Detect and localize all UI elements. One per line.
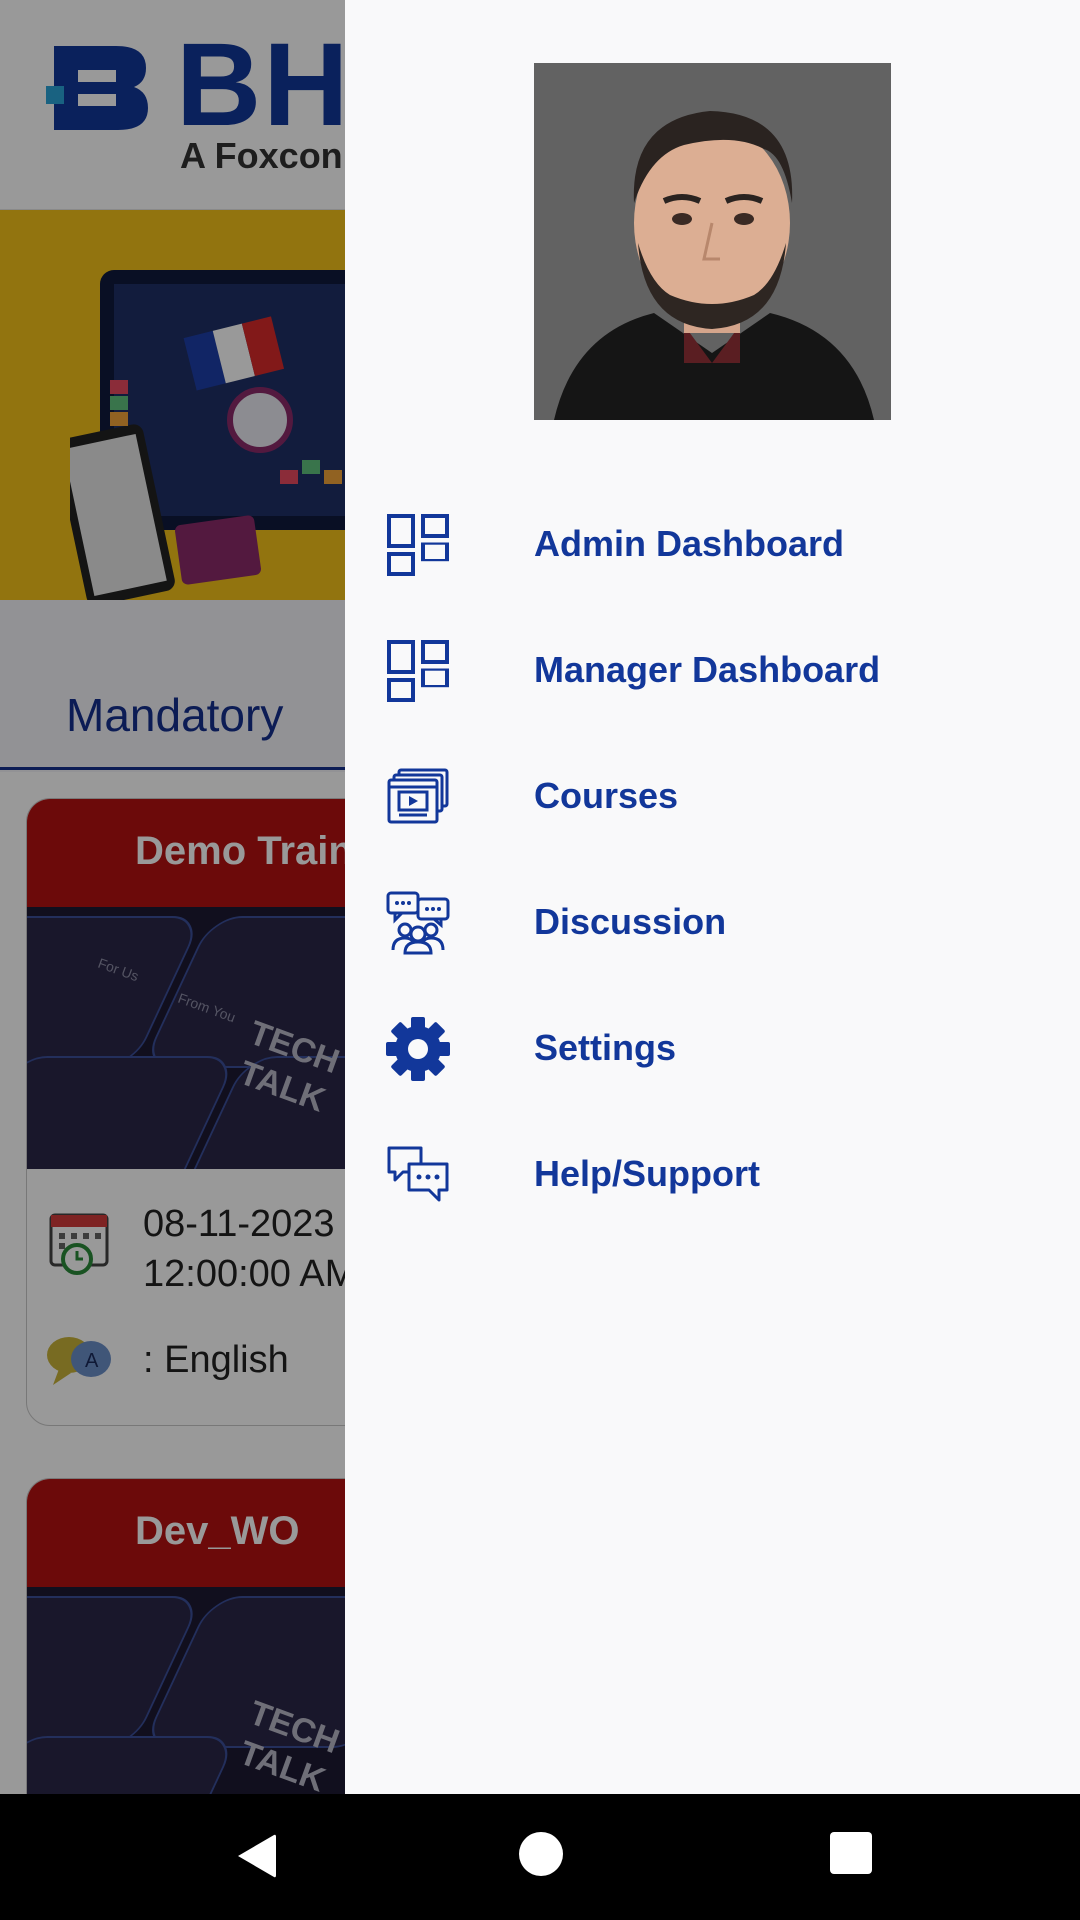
menu-item-help-support[interactable]: Help/Support [345,1113,1080,1239]
system-navigation-bar [0,1794,1080,1920]
menu-label: Courses [534,775,679,816]
menu-label: Help/Support [534,1153,760,1194]
menu-label: Settings [534,1027,677,1068]
menu-item-settings[interactable]: Settings [345,987,1080,1113]
profile-photo [534,63,891,420]
home-icon[interactable] [519,1832,563,1876]
menu-item-manager-dashboard[interactable]: Manager Dashboard [345,609,1080,735]
gear-icon [386,1017,450,1081]
menu-label: Admin Dashboard [534,523,845,564]
dashboard-icon [387,640,449,702]
recents-icon[interactable] [830,1832,872,1874]
menu-label: Manager Dashboard [534,649,881,690]
chat-bubbles-icon [387,1146,449,1202]
dashboard-icon [387,514,449,576]
menu-item-courses[interactable]: Courses [345,735,1080,861]
menu-label: Discussion [534,901,727,942]
video-course-icon [387,768,449,824]
navigation-drawer: Admin Dashboard Manager Dashboard Course… [345,0,1080,1794]
group-chat-icon [386,891,450,955]
menu-item-admin-dashboard[interactable]: Admin Dashboard [345,483,1080,609]
back-icon[interactable] [230,1831,280,1881]
profile-avatar[interactable] [534,63,891,420]
menu-item-discussion[interactable]: Discussion [345,861,1080,987]
